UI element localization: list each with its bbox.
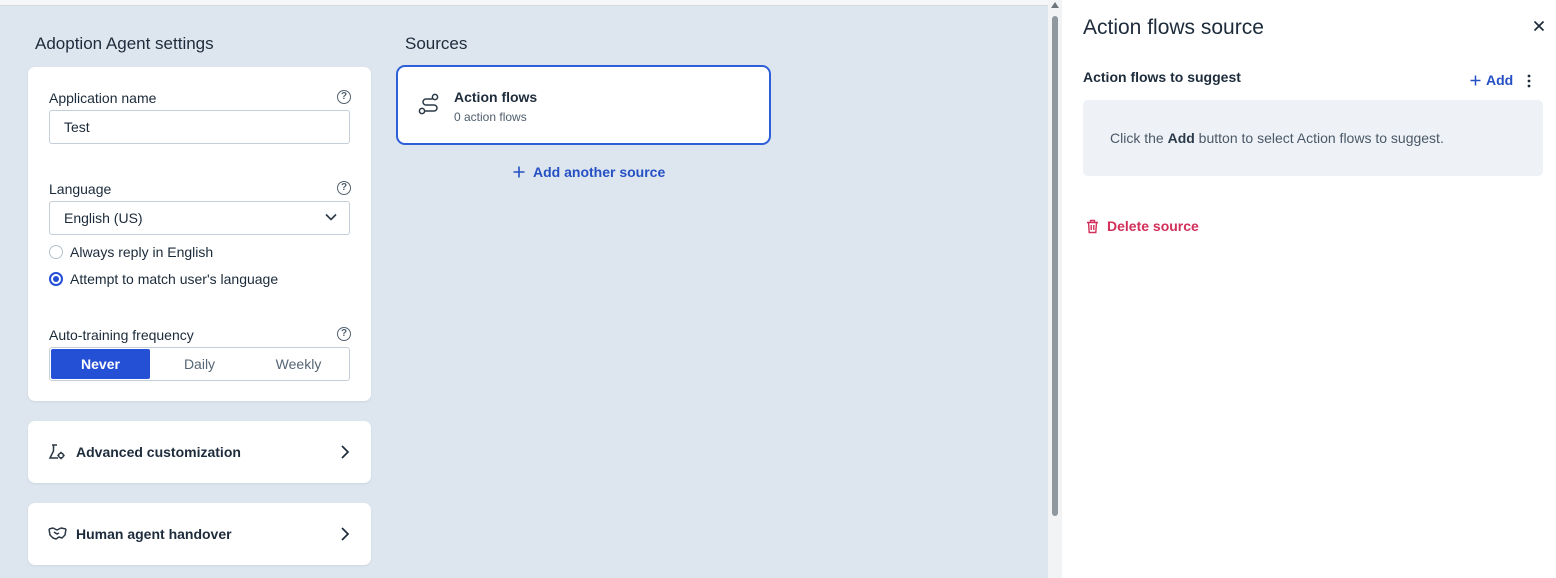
scroll-up-arrow-icon[interactable] [1051, 2, 1059, 8]
add-action-flow-button[interactable]: Add [1470, 72, 1513, 88]
training-frequency-toggle: Never Daily Weekly [49, 347, 350, 381]
empty-state-box: Click the Add button to select Action fl… [1083, 100, 1543, 176]
source-card-title: Action flows [454, 89, 538, 105]
radio-match-language[interactable]: Attempt to match user's language [49, 271, 278, 287]
radio-label: Attempt to match user's language [70, 271, 279, 287]
training-frequency-label: Auto-training frequency [49, 327, 194, 343]
chevron-right-icon [341, 445, 350, 459]
flask-gear-icon [48, 444, 65, 460]
radio-label: Always reply in English [70, 244, 214, 260]
radio-always-english[interactable]: Always reply in English [49, 244, 213, 260]
settings-card: Application name ? Test Language ? Engli… [28, 67, 371, 401]
help-icon[interactable]: ? [337, 327, 351, 341]
add-another-source-label: Add another source [533, 164, 666, 180]
advanced-customization-label: Advanced customization [76, 444, 241, 460]
chevron-right-icon [341, 527, 350, 541]
empty-state-text: Click the Add button to select Action fl… [1110, 130, 1444, 146]
human-agent-handover-label: Human agent handover [76, 526, 232, 542]
chevron-down-icon [325, 213, 337, 221]
radio-circle[interactable] [49, 245, 63, 259]
close-icon[interactable] [1531, 18, 1547, 34]
language-select[interactable]: English (US) [49, 201, 350, 235]
delete-source-button[interactable]: Delete source [1086, 218, 1199, 234]
human-agent-handover-card[interactable]: Human agent handover [28, 503, 371, 565]
language-label: Language [49, 181, 112, 197]
add-another-source-button[interactable]: Add another source [513, 164, 665, 180]
action-flows-icon [418, 93, 439, 115]
panel-title: Action flows source [1083, 16, 1264, 39]
plus-icon [1470, 75, 1481, 85]
settings-main-area: Adoption Agent settings Application name… [0, 6, 1048, 578]
action-flows-source-card[interactable]: Action flows 0 action flows [396, 65, 771, 145]
radio-circle-checked[interactable] [49, 272, 63, 286]
advanced-customization-card[interactable]: Advanced customization [28, 421, 371, 483]
language-select-value: English (US) [64, 210, 143, 226]
help-icon[interactable]: ? [337, 90, 351, 104]
empty-state-add-word: Add [1167, 130, 1195, 146]
sources-title: Sources [405, 34, 468, 53]
application-name-label: Application name [49, 90, 157, 106]
action-flows-source-panel: Action flows source Action flows to sugg… [1062, 0, 1556, 578]
help-icon[interactable]: ? [337, 181, 351, 195]
plus-icon [513, 166, 525, 178]
scroll-thumb[interactable] [1052, 16, 1058, 516]
training-option-never[interactable]: Never [51, 349, 150, 379]
empty-state-suffix: button to select Action flows to suggest… [1194, 130, 1444, 146]
handshake-icon [48, 527, 67, 540]
training-option-daily[interactable]: Daily [150, 349, 249, 379]
delete-source-label: Delete source [1107, 218, 1199, 234]
trash-icon [1087, 219, 1098, 233]
settings-title: Adoption Agent settings [35, 34, 214, 53]
action-flows-to-suggest-label: Action flows to suggest [1083, 69, 1241, 85]
kebab-menu-icon[interactable] [1527, 74, 1531, 88]
application-name-input[interactable]: Test [49, 110, 350, 144]
empty-state-prefix: Click the [1110, 130, 1168, 146]
training-option-weekly[interactable]: Weekly [249, 349, 348, 379]
scrollbar[interactable] [1048, 0, 1062, 578]
source-card-subtitle: 0 action flows [454, 110, 527, 124]
add-action-flow-label: Add [1486, 72, 1514, 88]
